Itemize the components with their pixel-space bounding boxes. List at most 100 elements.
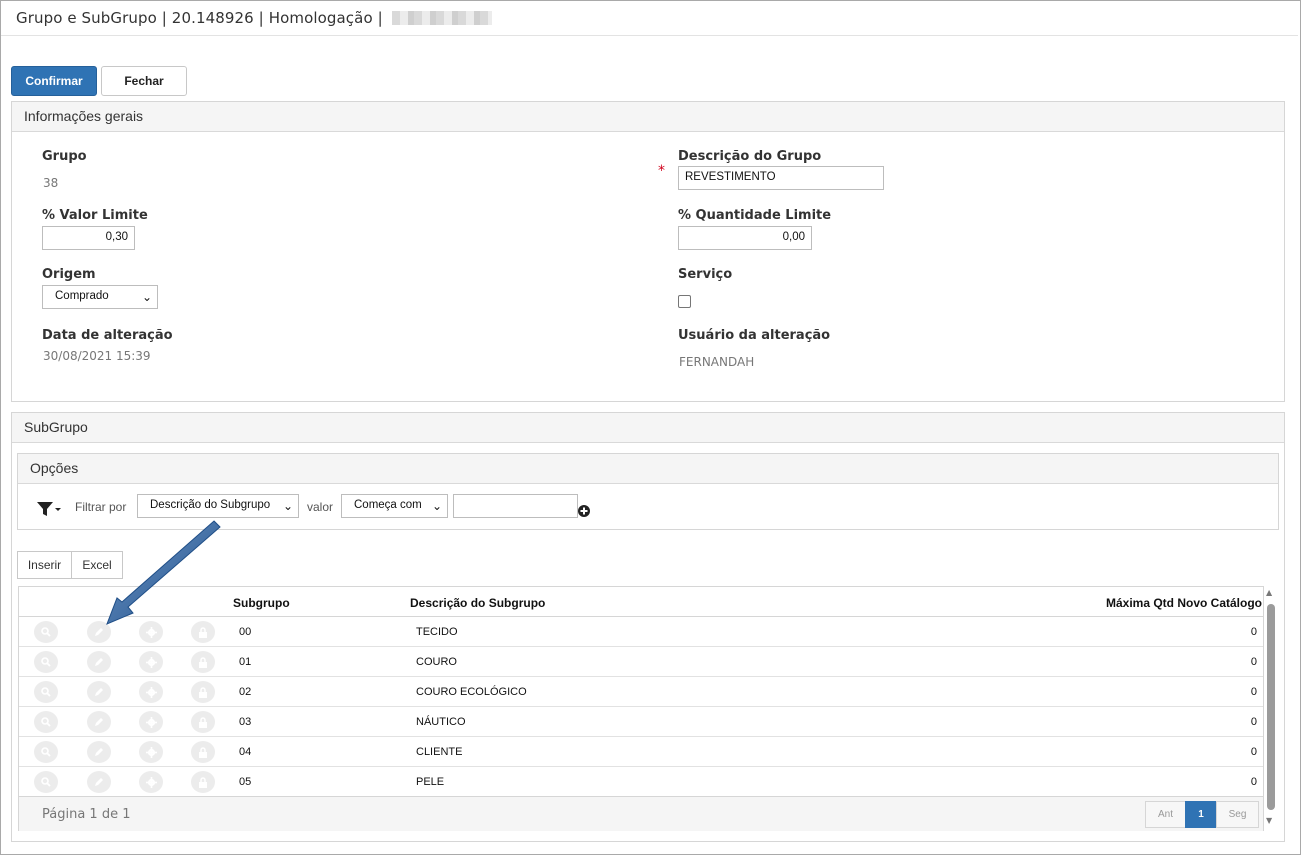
cell-subgrupo: 03 — [239, 716, 252, 728]
close-button[interactable]: Fechar — [101, 66, 187, 96]
pencil-icon[interactable] — [87, 711, 111, 733]
subgrupo-grid: Subgrupo Descrição do Subgrupo Máxima Qt… — [18, 586, 1264, 831]
chevron-down-icon: ⌄ — [431, 499, 442, 513]
general-info-title: Informações gerais — [12, 102, 1284, 132]
pencil-icon[interactable] — [87, 771, 111, 793]
page-1-button[interactable]: 1 — [1185, 801, 1217, 828]
search-icon[interactable] — [34, 711, 58, 733]
gear-icon[interactable] — [139, 741, 163, 763]
origem-select-value: Comprado — [55, 290, 109, 302]
usuario-alteracao-label: Usuário da alteração — [678, 328, 831, 343]
descricao-grupo-input[interactable]: REVESTIMENTO — [678, 166, 884, 190]
cell-descricao: TECIDO — [416, 626, 458, 638]
filter-field-value: Descrição do Subgrupo — [150, 499, 271, 511]
value-label: valor — [307, 500, 334, 514]
pencil-icon[interactable] — [87, 621, 111, 643]
lock-icon[interactable] — [191, 771, 215, 793]
chevron-down-icon: ⌄ — [141, 290, 152, 304]
operator-select[interactable]: Começa com ⌄ — [341, 494, 448, 518]
lock-icon[interactable] — [191, 651, 215, 673]
grid-scrollbar[interactable]: ▲ ▼ — [1265, 588, 1278, 828]
search-icon[interactable] — [34, 741, 58, 763]
filter-by-label: Filtrar por — [75, 500, 127, 514]
cell-subgrupo: 04 — [239, 746, 252, 758]
prev-page-button[interactable]: Ant — [1145, 801, 1186, 828]
table-row[interactable]: 03 NÁUTICO 0 — [19, 707, 1263, 737]
cell-subgrupo: 02 — [239, 686, 252, 698]
search-icon[interactable] — [34, 621, 58, 643]
table-row[interactable]: 04 CLIENTE 0 — [19, 737, 1263, 767]
grupo-value: 38 — [43, 176, 59, 190]
table-row[interactable]: 01 COURO 0 — [19, 647, 1263, 677]
gear-icon[interactable] — [139, 651, 163, 673]
general-info-panel: Informações gerais — [11, 101, 1285, 402]
table-row[interactable]: 00 TECIDO 0 — [19, 617, 1263, 647]
servico-checkbox[interactable] — [678, 295, 691, 308]
table-row[interactable]: 05 PELE 0 — [19, 767, 1263, 797]
grupo-label: Grupo — [42, 149, 87, 164]
next-page-button[interactable]: Seg — [1216, 801, 1259, 828]
scroll-down-icon[interactable]: ▼ — [1266, 816, 1272, 825]
cell-descricao: CLIENTE — [416, 746, 463, 758]
cell-max-qtd: 0 — [1250, 626, 1257, 638]
qtd-limite-label: % Quantidade Limite — [678, 208, 832, 223]
redacted-title-part — [391, 11, 492, 25]
options-title: Opções — [18, 454, 1278, 484]
cell-descricao: COURO ECOLÓGICO — [416, 686, 527, 698]
subgrupo-title: SubGrupo — [12, 413, 1284, 443]
cell-max-qtd: 0 — [1250, 746, 1257, 758]
cell-max-qtd: 0 — [1250, 656, 1257, 668]
chevron-down-icon: ⌄ — [282, 499, 293, 513]
origem-label: Origem — [42, 267, 96, 282]
insert-button[interactable]: Inserir — [17, 551, 72, 579]
data-alteracao-value: 30/08/2021 15:39 — [43, 349, 151, 363]
confirm-button[interactable]: Confirmar — [11, 66, 97, 96]
window-title-text: Grupo e SubGrupo | 20.148926 | Homologaç… — [16, 9, 383, 27]
gear-icon[interactable] — [139, 681, 163, 703]
cell-subgrupo: 05 — [239, 776, 252, 788]
plus-circle-icon[interactable] — [578, 502, 590, 517]
pencil-icon[interactable] — [87, 651, 111, 673]
table-row[interactable]: 02 COURO ECOLÓGICO 0 — [19, 677, 1263, 707]
pencil-icon[interactable] — [87, 681, 111, 703]
gear-icon[interactable] — [139, 621, 163, 643]
lock-icon[interactable] — [191, 681, 215, 703]
usuario-alteracao-value: FERNANDAH — [679, 355, 755, 369]
scroll-up-icon[interactable]: ▲ — [1266, 588, 1272, 597]
cell-max-qtd: 0 — [1250, 716, 1257, 728]
descricao-grupo-label: Descrição do Grupo — [678, 149, 822, 164]
cell-subgrupo: 00 — [239, 626, 252, 638]
pencil-icon[interactable] — [87, 741, 111, 763]
search-icon[interactable] — [34, 681, 58, 703]
gear-icon[interactable] — [139, 711, 163, 733]
header-max-qtd[interactable]: Máxima Qtd Novo Catálogo — [1106, 596, 1262, 610]
grid-footer: Página 1 de 1 Ant 1 Seg — [19, 797, 1263, 831]
gear-icon[interactable] — [139, 771, 163, 793]
required-marker: * — [658, 163, 665, 179]
lock-icon[interactable] — [191, 621, 215, 643]
qtd-limite-input[interactable]: 0,00 — [678, 226, 812, 250]
header-descricao[interactable]: Descrição do Subgrupo — [410, 596, 545, 610]
grid-header: Subgrupo Descrição do Subgrupo Máxima Qt… — [19, 587, 1263, 617]
header-subgrupo[interactable]: Subgrupo — [233, 596, 290, 610]
search-icon[interactable] — [34, 771, 58, 793]
valor-limite-label: % Valor Limite — [42, 208, 148, 223]
filter-field-select[interactable]: Descrição do Subgrupo ⌄ — [137, 494, 299, 518]
filter-icon[interactable] — [36, 500, 62, 518]
valor-limite-input[interactable]: 0,30 — [42, 226, 135, 250]
scroll-thumb[interactable] — [1267, 604, 1275, 810]
servico-label: Serviço — [678, 267, 733, 282]
window-title: Grupo e SubGrupo | 20.148926 | Homologaç… — [1, 1, 1298, 36]
cell-descricao: COURO — [416, 656, 457, 668]
lock-icon[interactable] — [191, 741, 215, 763]
lock-icon[interactable] — [191, 711, 215, 733]
filter-value-input[interactable] — [453, 494, 578, 518]
excel-button[interactable]: Excel — [71, 551, 123, 579]
page-info: Página 1 de 1 — [42, 807, 131, 822]
data-alteracao-label: Data de alteração — [42, 328, 173, 343]
search-icon[interactable] — [34, 651, 58, 673]
cell-descricao: NÁUTICO — [416, 716, 466, 728]
origem-select[interactable]: Comprado ⌄ — [42, 285, 158, 309]
operator-value: Começa com — [354, 499, 422, 511]
cell-subgrupo: 01 — [239, 656, 252, 668]
